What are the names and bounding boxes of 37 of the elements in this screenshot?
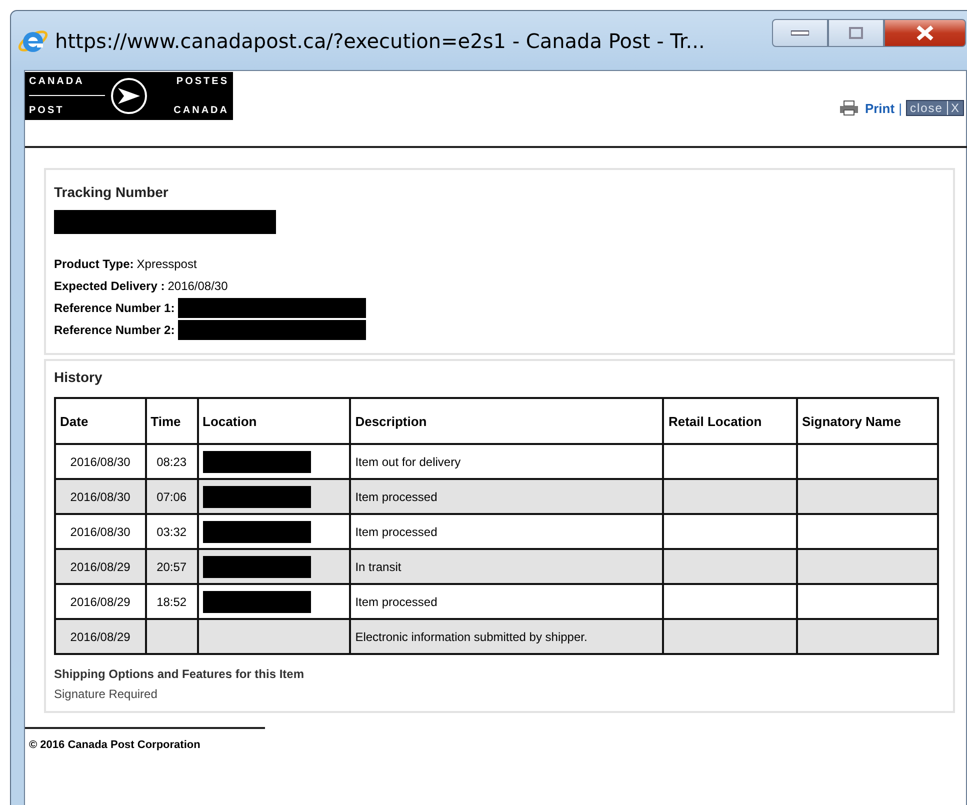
column-header: Retail Location <box>663 398 797 444</box>
section-heading: History <box>54 369 104 385</box>
minimize-icon <box>791 30 809 36</box>
table-cell: In transit <box>350 549 664 584</box>
table-cell: Electronic information submitted by shipper. <box>350 619 664 654</box>
option-text: Signature Required <box>54 687 158 701</box>
field-label: Reference Number 2: <box>54 322 175 339</box>
field-value: 2016/08/30 <box>168 278 228 295</box>
column-header: Date <box>55 398 146 444</box>
close-icon <box>916 25 934 41</box>
column-header: Signatory Name <box>796 398 938 444</box>
field-label: Expected Delivery : <box>54 278 165 295</box>
table-cell <box>146 619 198 654</box>
table-cell: 2016/08/29 <box>55 619 146 654</box>
table-cell: 2016/08/30 <box>55 479 146 514</box>
table-cell: Item processed <box>350 479 664 514</box>
minimize-button[interactable] <box>772 19 828 47</box>
field-label: Product Type: <box>54 256 134 273</box>
separator: | <box>898 100 902 116</box>
column-header: Description <box>350 398 664 444</box>
table-cell: 20:57 <box>146 549 198 584</box>
close-link[interactable]: close X <box>906 100 964 116</box>
field-label: Reference Number 1: <box>54 300 175 317</box>
window-title: https://www.canadapost.ca/?execution=e2s1 - Canada Post - Tr... <box>55 29 705 53</box>
section-heading: Tracking Number <box>54 184 170 200</box>
print-link[interactable]: Print <box>838 100 895 116</box>
close-button[interactable] <box>884 19 966 47</box>
maximize-icon <box>849 27 863 39</box>
printer-icon <box>838 100 859 116</box>
column-header: Location <box>198 398 350 444</box>
column-header: Time <box>146 398 198 444</box>
logo: CANADA POST POSTES CANADA <box>25 72 233 120</box>
copyright-text: © 2016 Canada Post Corporation <box>29 739 200 751</box>
table-cell: 2016/08/29 <box>55 549 146 584</box>
table-cell: 07:06 <box>146 479 198 514</box>
field-value: Xpresspost <box>136 256 197 273</box>
section-heading: Shipping Options and Features for this Item <box>54 667 306 681</box>
